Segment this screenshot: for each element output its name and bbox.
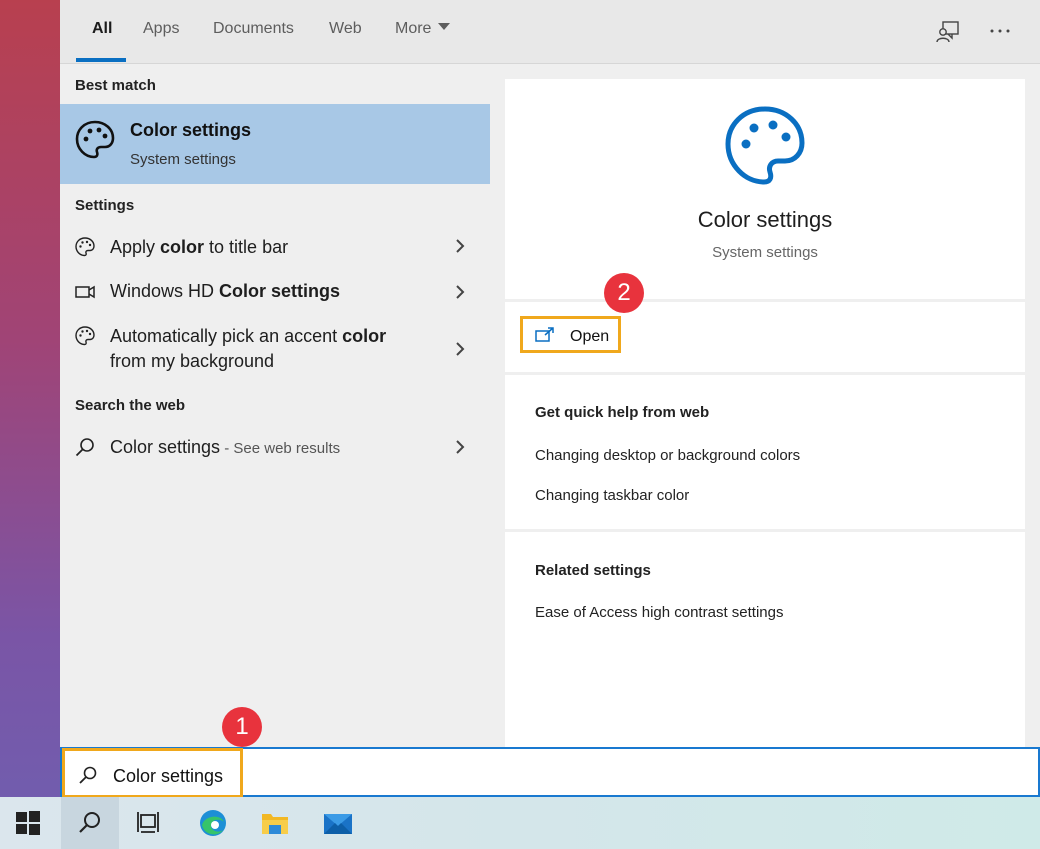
settings-item-windows-hd-color[interactable]: Windows HD Color settings [60,272,490,312]
file-explorer-icon[interactable] [260,808,290,838]
query-highlight: Color settings [62,748,243,798]
divider [505,299,1025,302]
tab-apps[interactable]: Apps [143,20,179,38]
divider [505,372,1025,375]
tab-all[interactable]: All [92,20,112,38]
search-web-header: Search the web [75,397,186,414]
palette-icon [75,120,115,159]
edge-browser-icon[interactable] [198,808,228,838]
palette-icon [725,106,805,185]
palette-icon [75,326,95,346]
best-match-subtitle: System settings [130,151,236,168]
label-part: Windows HD [110,281,220,301]
task-view-icon[interactable] [136,810,162,836]
web-result-sub: - See web results [220,440,341,457]
chevron-right-icon [456,285,465,299]
step-badge-1: 1 [222,707,262,747]
preview-title: Color settings [697,207,833,232]
preview-pane: Color settings System settings Open 2 Ge… [505,79,1025,747]
search-icon [79,766,97,784]
related-settings-header: Related settings [535,562,651,579]
tab-more[interactable]: More [395,20,451,38]
best-match-title: Color settings [130,120,252,140]
display-icon [75,285,95,299]
settings-item-accent-color[interactable]: Automatically pick an accent color from m… [60,318,490,382]
tab-documents[interactable]: Documents [213,20,294,38]
settings-item-label: Windows HD Color settings [110,279,340,304]
search-icon [75,438,94,457]
search-query-text: Color settings [113,766,224,786]
mail-icon[interactable] [323,808,353,838]
chevron-right-icon [456,239,465,253]
palette-icon [75,237,95,257]
more-options-icon[interactable] [986,18,1014,46]
windows-start-icon[interactable] [15,810,41,836]
best-match-result[interactable] [60,104,490,184]
chevron-right-icon [456,440,465,454]
preview-subtitle: System settings [712,244,818,261]
open-external-icon [535,327,554,342]
search-input[interactable]: Color settings [60,747,1040,798]
settings-item-apply-color[interactable]: Apply color to title bar [60,228,490,268]
label-part: Automatically pick an accent [110,326,343,346]
related-settings-link[interactable]: Ease of Access high contrast settings [535,604,783,621]
divider [505,529,1025,532]
quick-help-link[interactable]: Changing taskbar color [535,487,689,504]
open-button[interactable]: Open [520,316,621,353]
web-result-label: Color settings - See web results [110,435,340,461]
label-bold: color [342,326,387,346]
search-panel: All Apps Documents Web More Best match C… [60,0,1040,797]
web-search-result[interactable]: Color settings - See web results [60,428,490,468]
tab-more-label: More [395,20,432,37]
open-button-label: Open [570,328,610,345]
search-icon [79,812,100,833]
feedback-icon[interactable] [934,18,962,46]
label-bold: color [160,237,205,257]
taskbar [0,797,1040,849]
label-bold: Color settings [219,281,341,301]
settings-item-label: Automatically pick an accent color from m… [110,324,386,374]
label-part: to title bar [204,237,289,257]
label-part: from my background [110,351,275,371]
chevron-right-icon [456,342,465,356]
active-tab-indicator [76,58,126,62]
filter-tabs: All Apps Documents Web More [60,0,1040,64]
web-result-main: Color settings [110,437,221,457]
quick-help-header: Get quick help from web [535,404,710,421]
quick-help-link[interactable]: Changing desktop or background colors [535,447,800,464]
step-badge-2: 2 [604,273,644,313]
label-part: Apply [110,237,161,257]
best-match-header: Best match [75,77,156,94]
settings-item-label: Apply color to title bar [110,235,288,260]
chevron-down-icon [438,23,451,30]
settings-header: Settings [75,197,135,214]
tab-web[interactable]: Web [329,20,362,38]
